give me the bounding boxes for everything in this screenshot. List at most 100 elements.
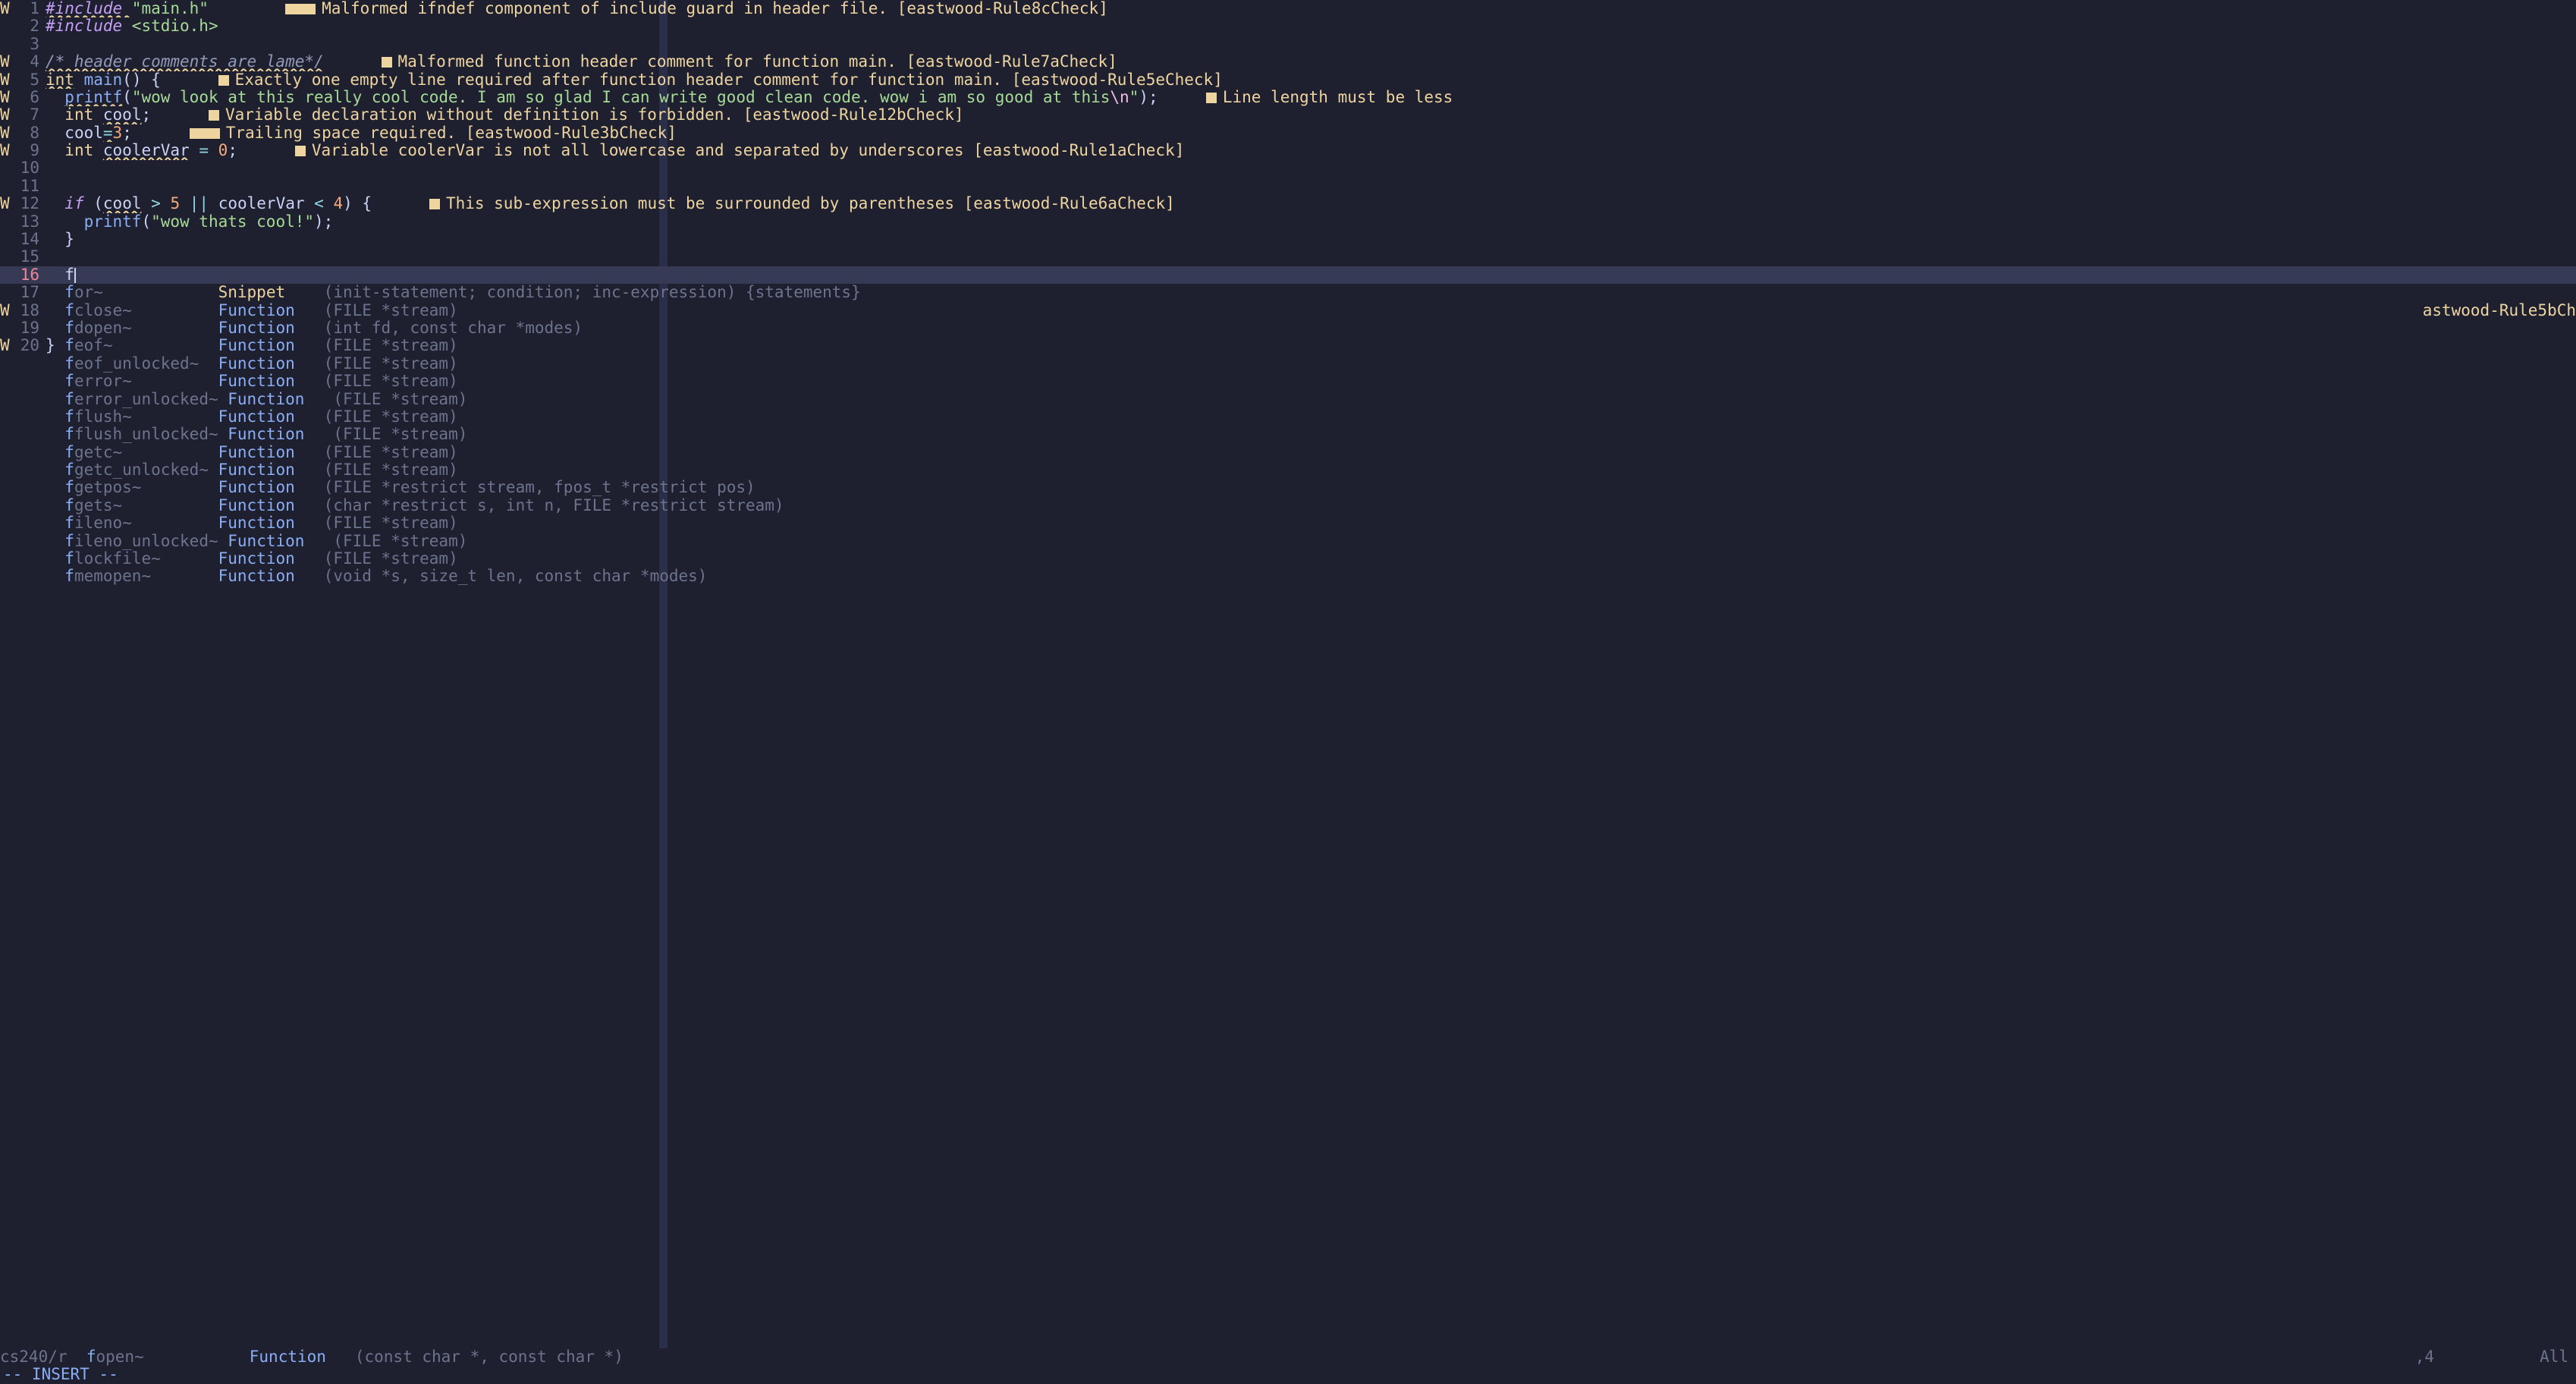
completion-row[interactable]: for~ Snippet (init-statement; condition;… [46, 284, 2576, 302]
completion-signature: (const char *, const char *) [355, 1348, 624, 1367]
code-line[interactable]: W 5 int main() { Exactly one empty line … [0, 71, 2576, 89]
code-line[interactable]: W 12 if (cool > 5 || coolerVar < 4) { Th… [0, 195, 2576, 212]
completion-kind: Function [218, 568, 295, 585]
completion-kind: Function [228, 391, 304, 408]
completion-line[interactable]: fgetpos~ Function (FILE *restrict stream… [0, 480, 2576, 497]
completion-line[interactable]: fflush~ Function (FILE *stream) [0, 408, 2576, 426]
completion-text: eof~ [74, 337, 113, 354]
truncated-warning: astwood-Rule5bCh [2423, 302, 2576, 320]
code-area[interactable]: W 1 #include "main.h" Malformed ifndef c… [0, 0, 2576, 1348]
line-number: 15 [14, 248, 46, 266]
include-directive: #include [46, 17, 132, 35]
completion-row[interactable]: fileno_unlocked~ Function (FILE *stream) [46, 533, 2576, 551]
completion-line[interactable]: fileno~ Function (FILE *stream) [0, 514, 2576, 532]
line-number: 8 [14, 124, 46, 143]
completion-line[interactable]: flockfile~ Function (FILE *stream) [0, 550, 2576, 568]
completion-line[interactable]: fflush_unlocked~ Function (FILE *stream) [0, 426, 2576, 443]
completion-match: f [64, 514, 74, 532]
warning-gutter: W [0, 89, 14, 107]
completion-row[interactable]: fdopen~ Function (int fd, const char *mo… [46, 319, 2576, 338]
completion-text: dopen~ [74, 319, 132, 337]
completion-match: f [64, 461, 74, 479]
warning-message: Malformed ifndef component of include gu… [322, 0, 1108, 17]
completion-line[interactable]: feof_unlocked~ Function (FILE *stream) [0, 355, 2576, 373]
type-keyword: int [64, 106, 93, 124]
completion-line[interactable]: fgetc_unlocked~ Function (FILE *stream) [0, 461, 2576, 479]
code-line[interactable]: 10 [0, 160, 2576, 178]
code-line[interactable]: 2 #include <stdio.h> [0, 17, 2576, 35]
completion-signature: (FILE *stream) [324, 337, 458, 354]
completion-text: eof_unlocked~ [74, 355, 199, 373]
completion-kind: Function [218, 461, 295, 479]
completion-line[interactable]: fmemopen~ Function (void *s, size_t len,… [0, 568, 2576, 586]
completion-row[interactable]: fflush~ Function (FILE *stream) [46, 408, 2576, 426]
completion-row[interactable]: ferror_unlocked~ Function (FILE *stream) [46, 391, 2576, 409]
completion-text: close~ [74, 302, 132, 319]
function-call: printf [64, 89, 122, 106]
completion-item[interactable]: open~ [96, 1348, 143, 1367]
completion-kind: Function [218, 550, 295, 568]
completion-row[interactable]: ferror~ Function (FILE *stream) [46, 373, 2576, 391]
completion-match: f [64, 533, 74, 550]
completion-line[interactable]: fgets~ Function (char *restrict s, int n… [0, 497, 2576, 514]
completion-row[interactable]: fgetc_unlocked~ Function (FILE *stream) [46, 461, 2576, 480]
completion-line[interactable]: W18 fclose~ Function (FILE *stream)astwo… [0, 302, 2576, 319]
completion-text: memopen~ [74, 568, 151, 585]
completion-line[interactable]: 17 for~ Snippet (init-statement; conditi… [0, 284, 2576, 301]
warning-icon [209, 110, 219, 121]
line-number: 9 [14, 142, 46, 160]
warning-message: Malformed function header comment for fu… [398, 53, 1117, 71]
completion-row[interactable]: fgets~ Function (char *restrict s, int n… [46, 497, 2576, 515]
completion-match: f [64, 568, 74, 585]
completion-kind: Function [218, 355, 295, 373]
completion-line[interactable]: ferror_unlocked~ Function (FILE *stream) [0, 391, 2576, 408]
completion-row[interactable]: feof_unlocked~ Function (FILE *stream) [46, 355, 2576, 373]
line-number: 20 [14, 337, 46, 355]
completion-line[interactable]: fgetc~ Function (FILE *stream) [0, 444, 2576, 461]
completion-row[interactable]: fileno~ Function (FILE *stream) [46, 514, 2576, 533]
warning-gutter: W [0, 71, 14, 90]
completion-row[interactable]: fgetpos~ Function (FILE *restrict stream… [46, 479, 2576, 497]
completion-row[interactable]: fmemopen~ Function (void *s, size_t len,… [46, 568, 2576, 586]
function-name: main [84, 71, 123, 89]
completion-row[interactable]: fgetc~ Function (FILE *stream) [46, 444, 2576, 462]
code-line[interactable]: 14 } [0, 231, 2576, 248]
completion-line[interactable]: W20} feof~ Function (FILE *stream) [0, 337, 2576, 354]
operator: || [190, 195, 209, 212]
completion-line[interactable]: ferror~ Function (FILE *stream) [0, 373, 2576, 390]
code-line[interactable]: W 1 #include "main.h" Malformed ifndef c… [0, 0, 2576, 17]
completion-match[interactable]: f [86, 1348, 96, 1367]
warning-icon [382, 57, 392, 68]
code-line[interactable]: W 9 int coolerVar = 0; Variable coolerVa… [0, 142, 2576, 159]
warning-message: Trailing space required. [eastwood-Rule3… [226, 124, 677, 142]
completion-line[interactable]: fileno_unlocked~ Function (FILE *stream) [0, 533, 2576, 550]
completion-row[interactable]: fflush_unlocked~ Function (FILE *stream) [46, 426, 2576, 444]
code-line[interactable]: 3 [0, 36, 2576, 53]
code-line[interactable]: 13 printf("wow thats cool!"); [0, 213, 2576, 231]
code-line[interactable]: 11 [0, 178, 2576, 195]
identifier: cool [103, 106, 142, 124]
completion-text: flush_unlocked~ [74, 426, 218, 443]
completion-row[interactable]: fclose~ Function (FILE *stream)astwood-R… [46, 302, 2576, 320]
identifier: coolerVar [218, 195, 305, 212]
warning-gutter: W [0, 337, 14, 355]
mode-indicator: -- INSERT -- [0, 1366, 2576, 1384]
completion-popup[interactable]: 17 for~ Snippet (init-statement; conditi… [0, 284, 2576, 586]
code-line[interactable]: W 4 /* header comments are lame*/ Malfor… [0, 53, 2576, 71]
completion-signature: (void *s, size_t len, const char *modes) [324, 568, 708, 585]
warning-gutter: W [0, 195, 14, 213]
code-line[interactable]: W 6 printf("wow look at this really cool… [0, 89, 2576, 106]
code-line-current[interactable]: 16 f [0, 266, 2576, 284]
code-line[interactable]: W 8 cool=3; Trailing space required. [ea… [0, 124, 2576, 142]
completion-row[interactable]: flockfile~ Function (FILE *stream) [46, 550, 2576, 568]
completion-text: ileno_unlocked~ [74, 533, 218, 550]
code-line[interactable]: 15 [0, 248, 2576, 266]
completion-kind: Function [218, 373, 295, 390]
cursor-position: ,4 [2415, 1348, 2434, 1366]
completion-row[interactable]: } feof~ Function (FILE *stream) [46, 337, 2576, 355]
code-line[interactable]: W 7 int cool; Variable declaration witho… [0, 106, 2576, 124]
completion-signature: (FILE *stream) [333, 533, 467, 550]
warning-gutter: W [0, 142, 14, 160]
completion-line[interactable]: 19 fdopen~ Function (int fd, const char … [0, 319, 2576, 337]
line-number: 12 [14, 195, 46, 213]
